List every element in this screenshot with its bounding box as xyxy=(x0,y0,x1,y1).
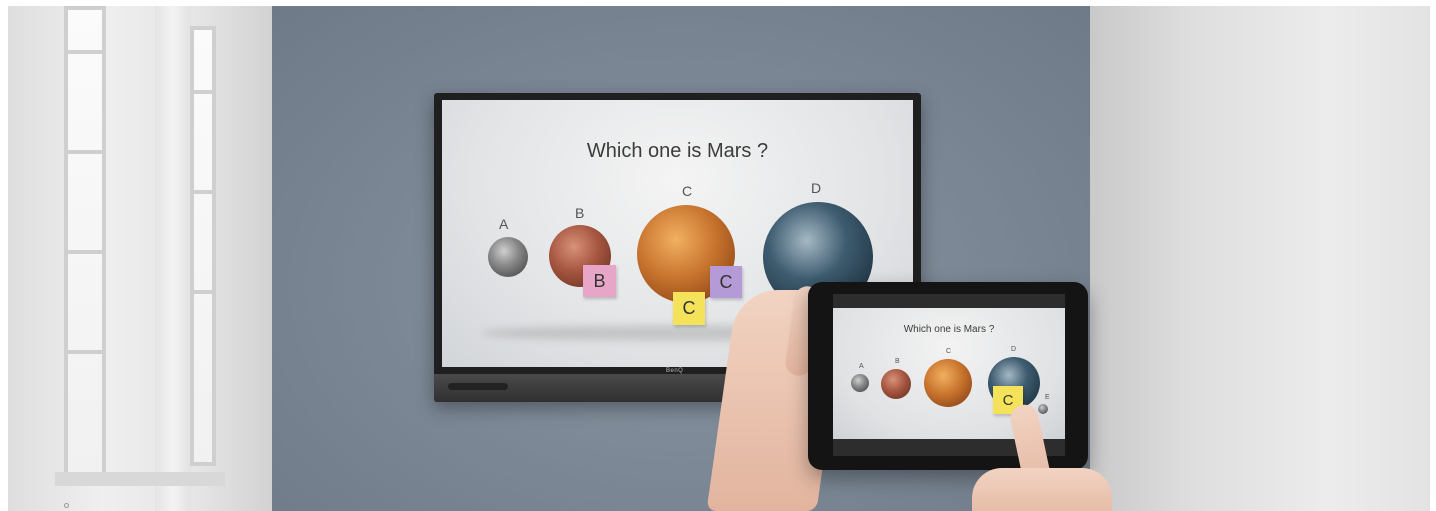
tablet-planet-venus[interactable] xyxy=(924,359,972,407)
sticky-note-b[interactable]: B xyxy=(583,265,616,297)
window-mullion xyxy=(194,290,212,294)
window-sill xyxy=(55,472,225,486)
window-left xyxy=(64,6,106,476)
tablet-option-label-d: D xyxy=(1011,346,1017,353)
sticky-note-c-yellow[interactable]: C xyxy=(673,292,705,325)
tablet-option-label-c: C xyxy=(946,348,952,355)
right-border xyxy=(1430,0,1436,511)
option-label-b: B xyxy=(575,205,585,221)
corner-mark xyxy=(64,503,69,508)
tablet-option-label-e: E xyxy=(1045,394,1050,401)
window-pillar xyxy=(155,6,191,511)
window-mullion xyxy=(68,50,102,54)
right-hand xyxy=(972,468,1112,511)
option-label-d: D xyxy=(811,180,822,196)
sticky-note-c-purple[interactable]: C xyxy=(710,266,742,298)
tablet-option-label-a: A xyxy=(859,363,864,370)
right-wall xyxy=(1090,6,1430,511)
window-mullion xyxy=(194,90,212,94)
window-mullion xyxy=(68,250,102,254)
tablet-quiz-question: Which one is Mars ? xyxy=(903,324,995,335)
tablet-planet-e[interactable] xyxy=(1038,404,1048,414)
tablet-option-label-b: B xyxy=(895,358,900,365)
display-brand-logo: BenQ xyxy=(666,368,684,374)
option-label-c: C xyxy=(682,183,693,199)
tablet-planet-mars[interactable] xyxy=(881,369,911,399)
display-ports xyxy=(448,383,508,390)
window-mullion xyxy=(194,190,212,194)
window-mullion xyxy=(68,150,102,154)
classroom-scene: Which one is Mars ? A B C D B C C BenQ W… xyxy=(0,0,1436,511)
tablet-device: Which one is Mars ? A B C D E C xyxy=(808,282,1088,470)
planet-mercury[interactable] xyxy=(488,237,528,277)
window-mullion xyxy=(68,350,102,354)
left-wall xyxy=(8,6,273,511)
quiz-question: Which one is Mars ? xyxy=(586,140,769,162)
window-right xyxy=(190,26,216,466)
tablet-planet-mercury[interactable] xyxy=(851,374,869,392)
option-label-a: A xyxy=(499,216,509,232)
